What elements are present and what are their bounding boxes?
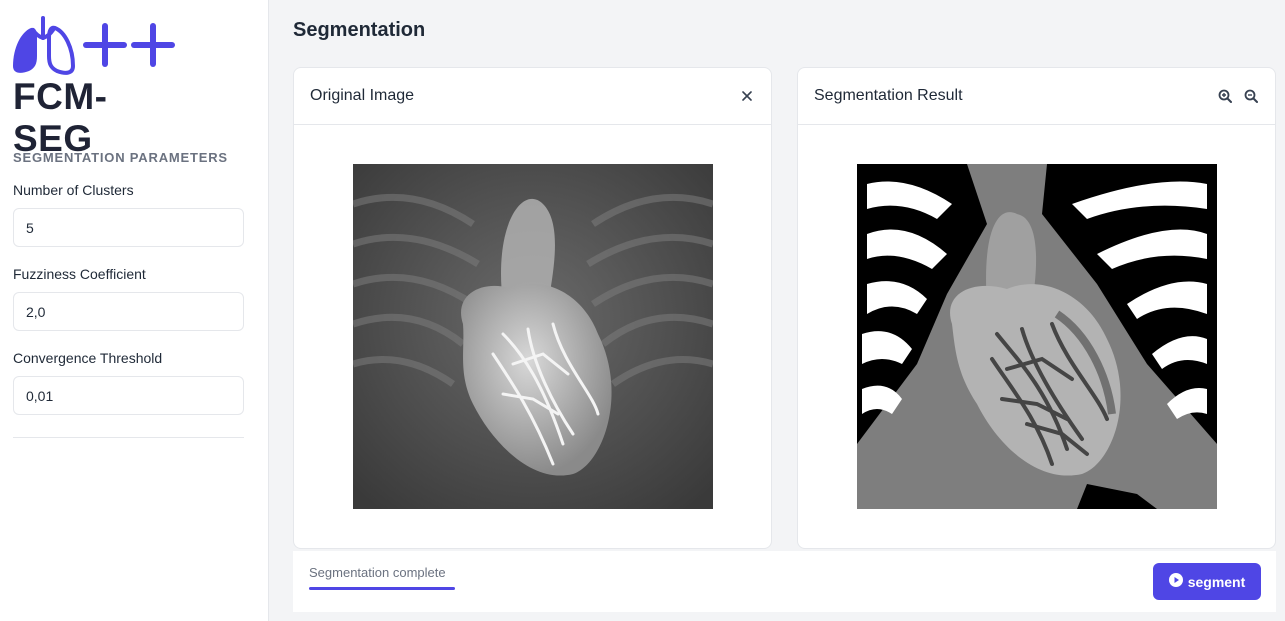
fuzziness-coefficient-group: Fuzziness Coefficient [13,266,244,331]
original-image-header: Original Image [294,68,771,125]
close-icon[interactable] [739,88,755,104]
segmentation-result-title: Segmentation Result [814,87,963,104]
zoom-out-icon[interactable] [1243,88,1259,104]
app-name: FCM-SEG [13,76,108,159]
original-image-panel: Original Image [293,67,772,549]
number-of-clusters-group: Number of Clusters [13,182,244,247]
segmentation-result-image [857,164,1217,509]
segment-button-label: segment [1187,573,1246,590]
lungs-plus-icon [13,16,175,75]
progress-bar [309,587,455,590]
play-circle-icon [1168,573,1183,590]
original-image [353,164,713,509]
segment-button[interactable]: segment [1153,563,1261,600]
number-of-clusters-label: Number of Clusters [13,182,134,198]
app-logo: FCM-SEG [13,16,183,159]
zoom-in-icon[interactable] [1217,88,1233,104]
page-title: Segmentation [293,19,426,41]
segmentation-result-header: Segmentation Result [798,68,1275,125]
status-text: Segmentation complete [309,565,446,580]
sidebar-divider [13,437,244,438]
convergence-threshold-label: Convergence Threshold [13,350,163,366]
zoom-controls [1217,88,1259,104]
original-image-title: Original Image [310,87,415,104]
number-of-clusters-input[interactable] [13,208,244,247]
sidebar: FCM-SEG SEGMENTATION PARAMETERS Number o… [0,0,269,621]
convergence-threshold-input[interactable] [13,376,244,415]
fuzziness-coefficient-label: Fuzziness Coefficient [13,266,146,282]
status-footer: Segmentation complete segment [293,551,1276,612]
parameters-section-title: SEGMENTATION PARAMETERS [13,150,228,165]
convergence-threshold-group: Convergence Threshold [13,350,244,415]
segmentation-result-panel: Segmentation Result [797,67,1276,549]
fuzziness-coefficient-input[interactable] [13,292,244,331]
